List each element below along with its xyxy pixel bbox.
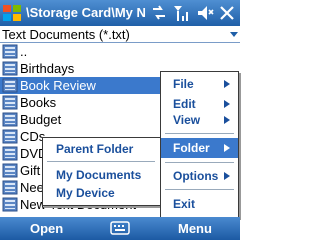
windows-logo-icon[interactable] — [2, 3, 22, 23]
menu-item-view[interactable]: View — [161, 110, 238, 130]
file-type-filter[interactable]: Text Documents (*.txt) — [0, 26, 240, 43]
folder-icon — [2, 146, 18, 161]
chevron-right-icon — [224, 144, 230, 152]
folder-icon — [2, 61, 18, 76]
menu-item-options[interactable]: Options — [161, 166, 238, 186]
menu-item-label: Parent Folder — [56, 142, 134, 156]
softkey-menu[interactable]: Menu — [178, 221, 212, 236]
file-name: Gift — [20, 163, 41, 178]
menu-item-label: Exit — [173, 197, 196, 211]
menu-item-label: View — [173, 113, 201, 127]
menu-item-label: Options — [173, 169, 219, 183]
menu-item-label: File — [173, 77, 194, 91]
folder-icon — [2, 112, 18, 127]
menu-item-label: My Device — [56, 186, 115, 200]
file-name: .. — [20, 44, 28, 59]
chevron-right-icon — [224, 100, 230, 108]
menu-separator — [47, 161, 155, 162]
folder-icon — [2, 163, 18, 178]
menu-item-exit[interactable]: Exit — [161, 194, 238, 214]
menu-separator — [165, 162, 234, 163]
context-menu: File Edit View Folder Options Exit — [160, 71, 239, 218]
softkey-open[interactable]: Open — [30, 221, 63, 236]
menu-item-label: Edit — [173, 97, 196, 111]
folder-submenu: Parent Folder My Documents My Device — [42, 137, 162, 206]
softkey-bar: Open Menu — [0, 217, 240, 240]
file-name: Birthdays — [20, 61, 75, 76]
menu-item-my-documents[interactable]: My Documents — [43, 166, 161, 184]
folder-icon — [2, 180, 18, 195]
sync-icon[interactable] — [150, 3, 168, 23]
menu-separator — [165, 189, 234, 190]
filter-label: Text Documents (*.txt) — [2, 27, 130, 42]
status-icons — [150, 3, 236, 23]
menu-item-parent-folder[interactable]: Parent Folder — [43, 140, 161, 158]
chevron-right-icon — [224, 172, 230, 180]
menu-separator — [165, 133, 234, 134]
menu-item-file[interactable]: File — [161, 74, 238, 94]
file-name: Books — [20, 95, 57, 110]
menu-item-folder[interactable]: Folder — [161, 138, 238, 158]
menu-item-label: My Documents — [56, 168, 142, 182]
folder-icon — [2, 129, 18, 144]
file-name: Book Review — [20, 78, 96, 93]
folder-icon — [2, 197, 18, 212]
chevron-right-icon — [224, 80, 230, 88]
keyboard-icon[interactable] — [110, 221, 130, 235]
menu-item-my-device[interactable]: My Device — [43, 184, 161, 202]
folder-icon — [2, 95, 18, 110]
window-title: \Storage Card\My No — [26, 5, 146, 20]
folder-icon — [2, 78, 18, 93]
close-icon[interactable] — [218, 3, 236, 23]
menu-item-label: Folder — [173, 141, 210, 155]
file-name: Budget — [20, 112, 62, 127]
file-list-item[interactable]: .. — [0, 43, 240, 60]
chevron-right-icon — [224, 116, 230, 124]
signal-icon[interactable] — [172, 3, 192, 23]
volume-icon[interactable] — [196, 3, 214, 23]
folder-up-icon — [2, 44, 18, 59]
dropdown-arrow-icon[interactable] — [228, 28, 240, 40]
file-name: Nee — [20, 180, 44, 195]
title-bar: \Storage Card\My No — [0, 0, 240, 26]
